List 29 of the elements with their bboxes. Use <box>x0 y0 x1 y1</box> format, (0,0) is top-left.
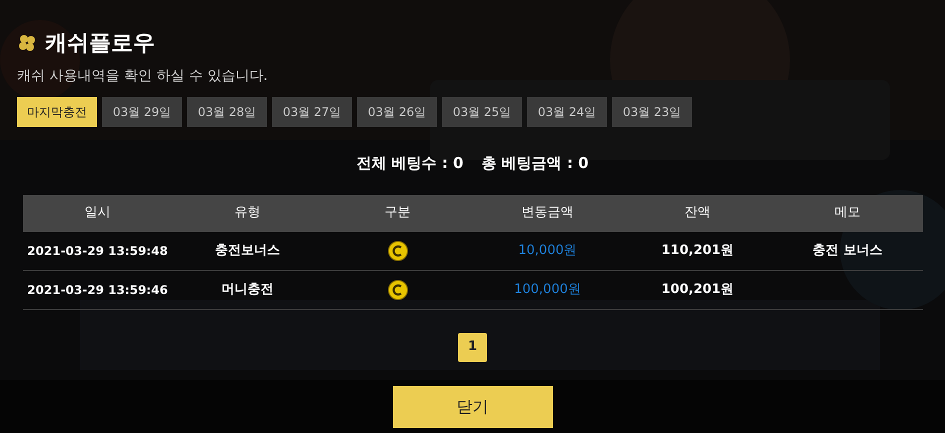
table-cell-text: 2021-03-29 13:59:46 <box>26 282 169 298</box>
column-header: 메모 <box>834 204 862 222</box>
bet-count-text: 전체 베팅수 : 0 <box>356 153 464 174</box>
date-tab[interactable]: 03월 24일 <box>527 97 607 127</box>
page-subtitle: 캐쉬 사용내역을 확인 하실 수 있습니다. <box>17 67 269 86</box>
table-cell-text: 10,000원 <box>517 242 578 260</box>
date-tab[interactable]: 03월 25일 <box>442 97 522 127</box>
date-tab[interactable]: 마지막충전 <box>17 97 97 127</box>
table-cell-text: 100,201원 <box>660 280 735 299</box>
date-tab[interactable]: 03월 27일 <box>272 97 352 127</box>
column-header: 유형 <box>234 204 262 222</box>
date-tab[interactable]: 03월 26일 <box>357 97 437 127</box>
date-tab[interactable]: 03월 28일 <box>187 97 267 127</box>
column-header: 일시 <box>84 204 112 222</box>
column-header: 잔액 <box>684 204 712 222</box>
page-button[interactable]: 1 <box>458 332 487 362</box>
column-header: 구분 <box>384 204 412 222</box>
page-title: 캐쉬플로우 <box>45 30 155 58</box>
table-cell-text: 100,000원 <box>513 280 582 299</box>
date-tab[interactable]: 03월 29일 <box>102 97 182 127</box>
date-tab[interactable]: 03월 23일 <box>612 97 692 127</box>
column-header: 변동금액 <box>520 204 574 222</box>
table-cell-text: 110,201원 <box>660 242 735 260</box>
table-cell-text: 충전보너스 <box>214 242 281 260</box>
table-cell-text: 충전 보너스 <box>812 242 884 260</box>
table-cell-text: 머니충전 <box>220 280 274 299</box>
table-cell-text: 2021-03-29 13:59:48 <box>26 242 169 260</box>
close-button[interactable]: 닫기 <box>392 386 552 428</box>
bet-amount-text: 총 베팅금액 : 0 <box>482 153 589 174</box>
